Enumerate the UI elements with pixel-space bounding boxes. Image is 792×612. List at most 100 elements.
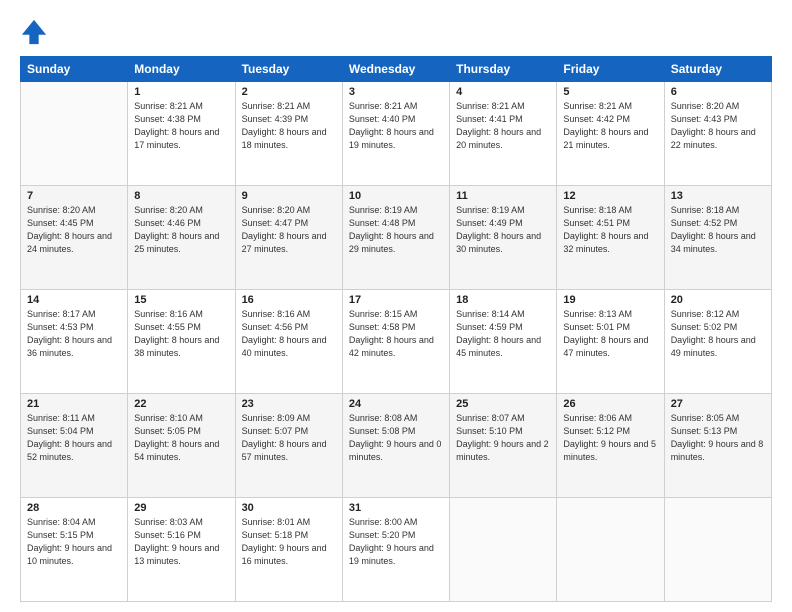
day-info: Sunrise: 8:20 AM Sunset: 4:46 PM Dayligh… bbox=[134, 204, 228, 256]
day-info: Sunrise: 8:20 AM Sunset: 4:43 PM Dayligh… bbox=[671, 100, 765, 152]
day-info: Sunrise: 8:16 AM Sunset: 4:55 PM Dayligh… bbox=[134, 308, 228, 360]
calendar-cell: 28 Sunrise: 8:04 AM Sunset: 5:15 PM Dayli… bbox=[21, 498, 128, 602]
day-number: 17 bbox=[349, 294, 443, 306]
day-info: Sunrise: 8:18 AM Sunset: 4:51 PM Dayligh… bbox=[563, 204, 657, 256]
calendar-cell: 27 Sunrise: 8:05 AM Sunset: 5:13 PM Dayli… bbox=[664, 394, 771, 498]
day-number: 26 bbox=[563, 398, 657, 410]
day-info: Sunrise: 8:21 AM Sunset: 4:41 PM Dayligh… bbox=[456, 100, 550, 152]
day-number: 24 bbox=[349, 398, 443, 410]
calendar-cell: 25Sunrise: 8:07 AM Sunset: 5:10 PM Dayli… bbox=[450, 394, 557, 498]
day-number: 14 bbox=[27, 294, 121, 306]
calendar-cell: 22Sunrise: 8:10 AM Sunset: 5:05 PM Dayli… bbox=[128, 394, 235, 498]
calendar-week-0: 1 Sunrise: 8:21 AM Sunset: 4:38 PM Daylig… bbox=[21, 82, 772, 186]
calendar-cell: 8 Sunrise: 8:20 AM Sunset: 4:46 PM Daylig… bbox=[128, 186, 235, 290]
day-number: 2 bbox=[242, 86, 336, 98]
calendar-week-3: 21 Sunrise: 8:11 AM Sunset: 5:04 PM Dayli… bbox=[21, 394, 772, 498]
calendar-cell bbox=[664, 498, 771, 602]
calendar-cell: 13Sunrise: 8:18 AM Sunset: 4:52 PM Dayli… bbox=[664, 186, 771, 290]
calendar-cell: 11 Sunrise: 8:19 AM Sunset: 4:49 PM Dayli… bbox=[450, 186, 557, 290]
day-info: Sunrise: 8:13 AM Sunset: 5:01 PM Dayligh… bbox=[563, 308, 657, 360]
day-number: 6 bbox=[671, 86, 765, 98]
day-number: 11 bbox=[456, 190, 550, 202]
calendar-header-row: SundayMondayTuesdayWednesdayThursdayFrid… bbox=[21, 57, 772, 82]
calendar-cell: 23Sunrise: 8:09 AM Sunset: 5:07 PM Dayli… bbox=[235, 394, 342, 498]
day-number: 23 bbox=[242, 398, 336, 410]
calendar-table: SundayMondayTuesdayWednesdayThursdayFrid… bbox=[20, 56, 772, 602]
logo bbox=[20, 18, 52, 46]
calendar-cell: 16Sunrise: 8:16 AM Sunset: 4:56 PM Dayli… bbox=[235, 290, 342, 394]
header-friday: Friday bbox=[557, 57, 664, 82]
calendar-cell: 14 Sunrise: 8:17 AM Sunset: 4:53 PM Dayli… bbox=[21, 290, 128, 394]
calendar-cell: 10 Sunrise: 8:19 AM Sunset: 4:48 PM Dayli… bbox=[342, 186, 449, 290]
calendar-cell: 9Sunrise: 8:20 AM Sunset: 4:47 PM Daylig… bbox=[235, 186, 342, 290]
header-wednesday: Wednesday bbox=[342, 57, 449, 82]
calendar-cell: 20Sunrise: 8:12 AM Sunset: 5:02 PM Dayli… bbox=[664, 290, 771, 394]
day-info: Sunrise: 8:01 AM Sunset: 5:18 PM Dayligh… bbox=[242, 516, 336, 568]
calendar-week-4: 28 Sunrise: 8:04 AM Sunset: 5:15 PM Dayli… bbox=[21, 498, 772, 602]
day-info: Sunrise: 8:21 AM Sunset: 4:39 PM Dayligh… bbox=[242, 100, 336, 152]
day-number: 20 bbox=[671, 294, 765, 306]
day-info: Sunrise: 8:17 AM Sunset: 4:53 PM Dayligh… bbox=[27, 308, 121, 360]
day-number: 12 bbox=[563, 190, 657, 202]
day-number: 27 bbox=[671, 398, 765, 410]
calendar-cell: 7 Sunrise: 8:20 AM Sunset: 4:45 PM Daylig… bbox=[21, 186, 128, 290]
day-info: Sunrise: 8:11 AM Sunset: 5:04 PM Dayligh… bbox=[27, 412, 121, 464]
calendar-cell: 15Sunrise: 8:16 AM Sunset: 4:55 PM Dayli… bbox=[128, 290, 235, 394]
header-tuesday: Tuesday bbox=[235, 57, 342, 82]
day-number: 29 bbox=[134, 502, 228, 514]
day-info: Sunrise: 8:03 AM Sunset: 5:16 PM Dayligh… bbox=[134, 516, 228, 568]
calendar-cell: 30 Sunrise: 8:01 AM Sunset: 5:18 PM Dayli… bbox=[235, 498, 342, 602]
header-monday: Monday bbox=[128, 57, 235, 82]
day-number: 22 bbox=[134, 398, 228, 410]
header-sunday: Sunday bbox=[21, 57, 128, 82]
day-number: 31 bbox=[349, 502, 443, 514]
day-info: Sunrise: 8:15 AM Sunset: 4:58 PM Dayligh… bbox=[349, 308, 443, 360]
day-number: 9 bbox=[242, 190, 336, 202]
day-info: Sunrise: 8:04 AM Sunset: 5:15 PM Dayligh… bbox=[27, 516, 121, 568]
calendar-cell: 1 Sunrise: 8:21 AM Sunset: 4:38 PM Daylig… bbox=[128, 82, 235, 186]
calendar-cell bbox=[21, 82, 128, 186]
day-info: Sunrise: 8:19 AM Sunset: 4:48 PM Dayligh… bbox=[349, 204, 443, 256]
calendar-cell: 6 Sunrise: 8:20 AM Sunset: 4:43 PM Daylig… bbox=[664, 82, 771, 186]
day-info: Sunrise: 8:08 AM Sunset: 5:08 PM Dayligh… bbox=[349, 412, 443, 464]
day-info: Sunrise: 8:06 AM Sunset: 5:12 PM Dayligh… bbox=[563, 412, 657, 464]
header-saturday: Saturday bbox=[664, 57, 771, 82]
calendar-cell bbox=[557, 498, 664, 602]
calendar-cell: 17 Sunrise: 8:15 AM Sunset: 4:58 PM Dayli… bbox=[342, 290, 449, 394]
day-info: Sunrise: 8:19 AM Sunset: 4:49 PM Dayligh… bbox=[456, 204, 550, 256]
day-number: 3 bbox=[349, 86, 443, 98]
day-number: 7 bbox=[27, 190, 121, 202]
day-number: 30 bbox=[242, 502, 336, 514]
calendar-cell: 4 Sunrise: 8:21 AM Sunset: 4:41 PM Daylig… bbox=[450, 82, 557, 186]
calendar-week-1: 7 Sunrise: 8:20 AM Sunset: 4:45 PM Daylig… bbox=[21, 186, 772, 290]
calendar-cell: 5 Sunrise: 8:21 AM Sunset: 4:42 PM Daylig… bbox=[557, 82, 664, 186]
day-info: Sunrise: 8:05 AM Sunset: 5:13 PM Dayligh… bbox=[671, 412, 765, 464]
header bbox=[20, 18, 772, 46]
day-number: 8 bbox=[134, 190, 228, 202]
day-info: Sunrise: 8:21 AM Sunset: 4:38 PM Dayligh… bbox=[134, 100, 228, 152]
calendar-cell: 21 Sunrise: 8:11 AM Sunset: 5:04 PM Dayli… bbox=[21, 394, 128, 498]
logo-icon bbox=[20, 18, 48, 46]
calendar-cell: 31Sunrise: 8:00 AM Sunset: 5:20 PM Dayli… bbox=[342, 498, 449, 602]
calendar-cell: 3 Sunrise: 8:21 AM Sunset: 4:40 PM Daylig… bbox=[342, 82, 449, 186]
page: SundayMondayTuesdayWednesdayThursdayFrid… bbox=[0, 0, 792, 612]
calendar-cell: 18 Sunrise: 8:14 AM Sunset: 4:59 PM Dayli… bbox=[450, 290, 557, 394]
day-info: Sunrise: 8:20 AM Sunset: 4:45 PM Dayligh… bbox=[27, 204, 121, 256]
calendar-cell: 12 Sunrise: 8:18 AM Sunset: 4:51 PM Dayli… bbox=[557, 186, 664, 290]
day-number: 21 bbox=[27, 398, 121, 410]
day-number: 28 bbox=[27, 502, 121, 514]
day-info: Sunrise: 8:14 AM Sunset: 4:59 PM Dayligh… bbox=[456, 308, 550, 360]
day-number: 1 bbox=[134, 86, 228, 98]
day-info: Sunrise: 8:07 AM Sunset: 5:10 PM Dayligh… bbox=[456, 412, 550, 464]
day-number: 10 bbox=[349, 190, 443, 202]
header-thursday: Thursday bbox=[450, 57, 557, 82]
day-number: 4 bbox=[456, 86, 550, 98]
calendar-cell: 19Sunrise: 8:13 AM Sunset: 5:01 PM Dayli… bbox=[557, 290, 664, 394]
day-number: 13 bbox=[671, 190, 765, 202]
day-info: Sunrise: 8:21 AM Sunset: 4:42 PM Dayligh… bbox=[563, 100, 657, 152]
day-info: Sunrise: 8:21 AM Sunset: 4:40 PM Dayligh… bbox=[349, 100, 443, 152]
day-number: 16 bbox=[242, 294, 336, 306]
day-number: 5 bbox=[563, 86, 657, 98]
calendar-cell: 24 Sunrise: 8:08 AM Sunset: 5:08 PM Dayli… bbox=[342, 394, 449, 498]
day-number: 18 bbox=[456, 294, 550, 306]
